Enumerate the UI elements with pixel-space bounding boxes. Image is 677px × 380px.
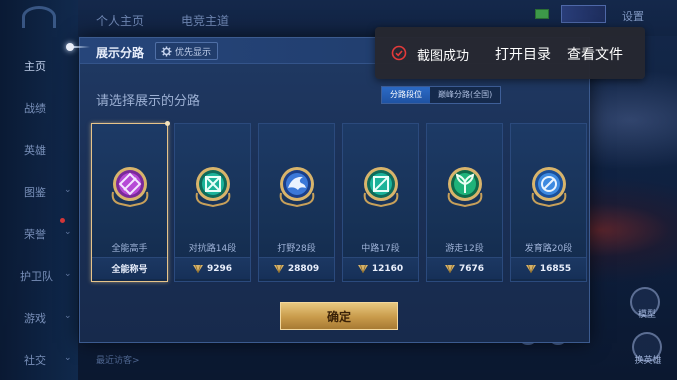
lane-card-name: 对抗路14段 [188,244,237,254]
lane-card-farm[interactable]: 发育路20段 16855 [510,123,587,282]
lane-card-footer: 7676 [427,257,502,279]
toast-message: 截图成功 [417,49,470,64]
left-sidebar: 主页 战绩 英雄 图鉴 ⌄ 荣誉 ⌄ 护卫队 ⌄ 游戏 ⌄ 社交 ⌄ [0,0,78,380]
clash-lane-emblem-icon [195,167,231,208]
select-lane-prompt: 请选择展示的分路 [96,94,201,109]
check-circle-icon [391,45,407,61]
confirm-button[interactable]: 确定 [280,302,398,330]
recent-visitors-link[interactable]: 最近访客> [96,353,140,366]
lane-card-footer: 16855 [511,257,586,279]
decorative-line [72,46,90,48]
status-bars [561,5,606,23]
lane-card-name: 游走12段 [445,244,484,254]
lane-card-roam[interactable]: 游走12段 7676 [426,123,503,282]
chevron-down-icon: ⌄ [64,269,72,279]
lane-card-allround[interactable]: 全能高手 全能称号 [91,121,170,282]
rank-points-icon [357,264,368,273]
flag-icon [535,9,549,19]
allround-emblem-icon [111,167,149,208]
lane-card-title: 全能称号 [111,265,148,275]
lane-card-footer: 9296 [175,257,250,279]
sidebar-item-home[interactable]: 主页 [24,58,46,74]
rank-points-icon [444,264,455,273]
sidebar-item-guard-team[interactable]: 护卫队 [20,268,53,284]
sidebar-item-codex[interactable]: 图鉴 [24,184,46,200]
tab-peak-lane-national[interactable]: 巅峰分路(全国) [430,87,500,103]
tab-lane-rank[interactable]: 分路段位 [382,87,430,103]
lane-card-name: 打野28段 [277,244,316,254]
priority-display-button[interactable]: 优先显示 [155,42,219,60]
lane-card-points: 28809 [287,263,320,274]
game-screen: 主页 战绩 英雄 图鉴 ⌄ 荣誉 ⌄ 护卫队 ⌄ 游戏 ⌄ 社交 ⌄ 个人主页 … [0,0,677,380]
lane-card-name: 发育路20段 [524,244,573,254]
lane-card-footer: 全能称号 [92,257,167,279]
rank-points-icon [525,264,536,273]
sidebar-item-games[interactable]: 游戏 [24,310,46,326]
roam-emblem-icon [447,167,483,208]
sidebar-item-honor[interactable]: 荣誉 [24,226,46,242]
screenshot-toast: 截图成功 打开目录 查看文件 [375,27,645,79]
sidebar-item-heroes[interactable]: 英雄 [24,142,46,158]
lane-card-points: 12160 [371,263,404,274]
mid-lane-emblem-icon [363,167,399,208]
lane-card-clash[interactable]: 对抗路14段 9296 [174,123,251,282]
chevron-down-icon: ⌄ [64,185,72,195]
game-logo-icon [22,6,56,28]
lane-card-points: 16855 [539,263,572,274]
selected-indicator [165,121,170,126]
lane-card-name: 中路17段 [361,244,400,254]
lane-card-mid[interactable]: 中路17段 12160 [342,123,419,282]
sidebar-item-social[interactable]: 社交 [24,352,46,368]
chevron-down-icon: ⌄ [64,227,72,237]
decorative-glow-dot [66,43,74,51]
lane-card-list: 全能高手 全能称号 对抗路14段 9296 打野28段 28809 中路17段 … [91,121,587,283]
lane-card-jungle[interactable]: 打野28段 28809 [258,123,335,282]
tab-esports[interactable]: 电竞主道 [181,12,229,29]
chevron-down-icon: ⌄ [64,311,72,321]
lane-card-points: 7676 [458,263,485,274]
confirm-label: 确定 [326,309,351,324]
priority-display-label: 优先显示 [175,47,212,58]
settings-button[interactable]: 设置 [622,8,644,24]
lane-display-dialog: 展示分路 优先显示 请选择展示的分路 分路段位 巅峰分路(全国) 全能高手 全能… [66,37,590,343]
model-label: 模型 [637,310,656,320]
tab-personal-home[interactable]: 个人主页 [96,12,144,29]
lane-card-footer: 28809 [259,257,334,279]
lane-card-footer: 12160 [343,257,418,279]
lane-card-name: 全能高手 [111,244,148,254]
lane-card-points: 9296 [206,263,233,274]
jungle-emblem-icon [279,167,315,208]
open-folder-link[interactable]: 打开目录 [495,44,551,64]
dialog-title: 展示分路 [96,46,145,60]
switch-hero-label: 换英雄 [634,356,662,366]
lane-mode-segmented-control: 分路段位 巅峰分路(全国) [381,86,502,104]
view-file-link[interactable]: 查看文件 [567,44,623,64]
farm-lane-emblem-icon [531,167,567,208]
rank-points-icon [273,264,284,273]
rank-points-icon [192,264,203,273]
gear-icon [160,45,172,57]
sidebar-item-records[interactable]: 战绩 [24,100,46,116]
notification-dot [60,218,65,223]
chevron-down-icon: ⌄ [64,353,72,363]
